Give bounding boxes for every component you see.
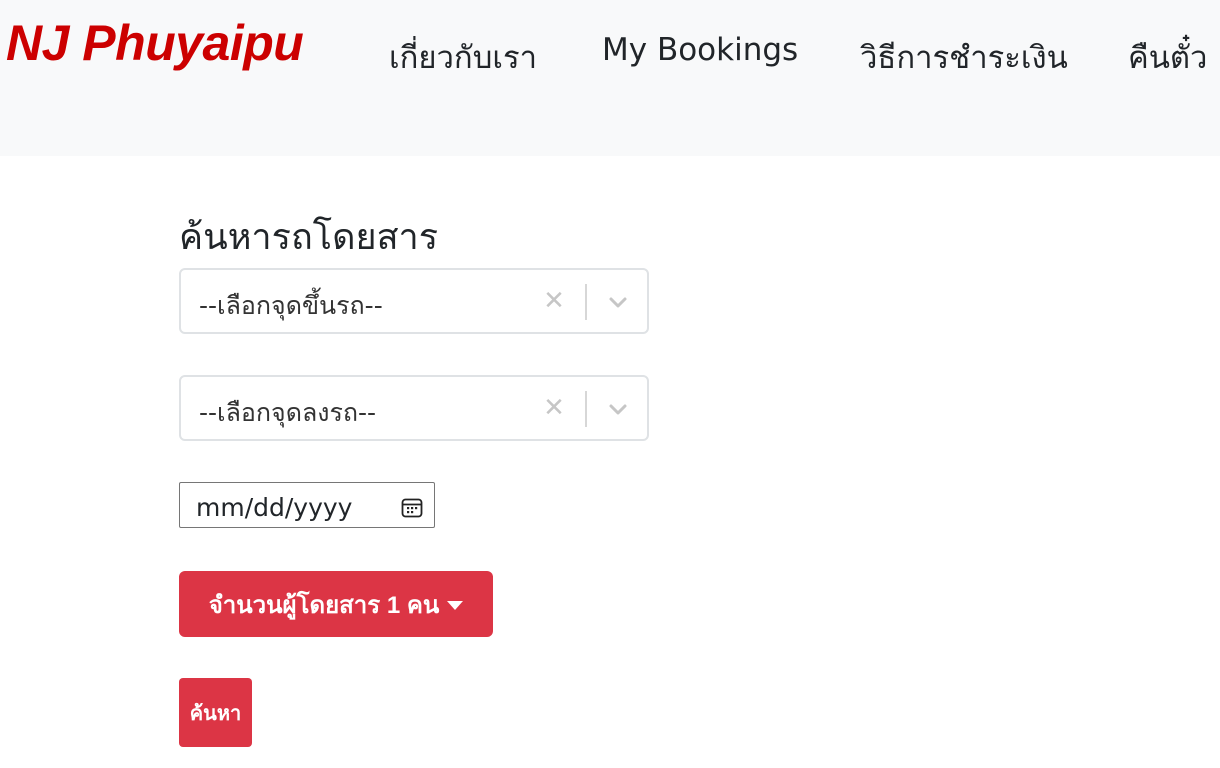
dropoff-placeholder: --เลือกจุดลงรถ-- xyxy=(199,398,377,427)
travel-date-input[interactable]: mm/dd/yyyy xyxy=(179,482,435,528)
pickup-select[interactable]: --เลือกจุดขึ้นรถ-- ✕ xyxy=(179,268,649,334)
select-separator xyxy=(585,284,587,320)
chevron-down-icon[interactable] xyxy=(606,397,630,421)
search-title: ค้นหารถโดยสาร xyxy=(179,217,439,258)
pickup-placeholder: --เลือกจุดขึ้นรถ-- xyxy=(199,291,383,320)
passenger-count-label: จำนวนผู้โดยสาร 1 คน xyxy=(208,591,440,619)
close-icon[interactable]: ✕ xyxy=(543,392,565,424)
select-separator xyxy=(585,391,587,427)
caret-down-icon xyxy=(447,600,464,610)
nav-link-my-bookings[interactable]: My Bookings xyxy=(602,32,798,68)
calendar-icon[interactable] xyxy=(400,496,424,520)
nav-link-refund[interactable]: คืนตั๋ว xyxy=(1128,32,1207,82)
navbar: NJ Phuyaipu เกี่ยวกับเรา My Bookings วิธ… xyxy=(0,0,1220,156)
date-placeholder: mm/dd/yyyy xyxy=(196,493,353,522)
passenger-count-dropdown[interactable]: จำนวนผู้โดยสาร 1 คน xyxy=(179,571,493,637)
nav-link-payment[interactable]: วิธีการชำระเงิน xyxy=(860,32,1068,82)
brand-logo[interactable]: NJ Phuyaipu xyxy=(6,14,304,72)
nav-link-about[interactable]: เกี่ยวกับเรา xyxy=(389,32,537,82)
chevron-down-icon[interactable] xyxy=(606,290,630,314)
dropoff-select[interactable]: --เลือกจุดลงรถ-- ✕ xyxy=(179,375,649,441)
search-button[interactable]: ค้นหา xyxy=(179,678,252,747)
close-icon[interactable]: ✕ xyxy=(543,285,565,317)
